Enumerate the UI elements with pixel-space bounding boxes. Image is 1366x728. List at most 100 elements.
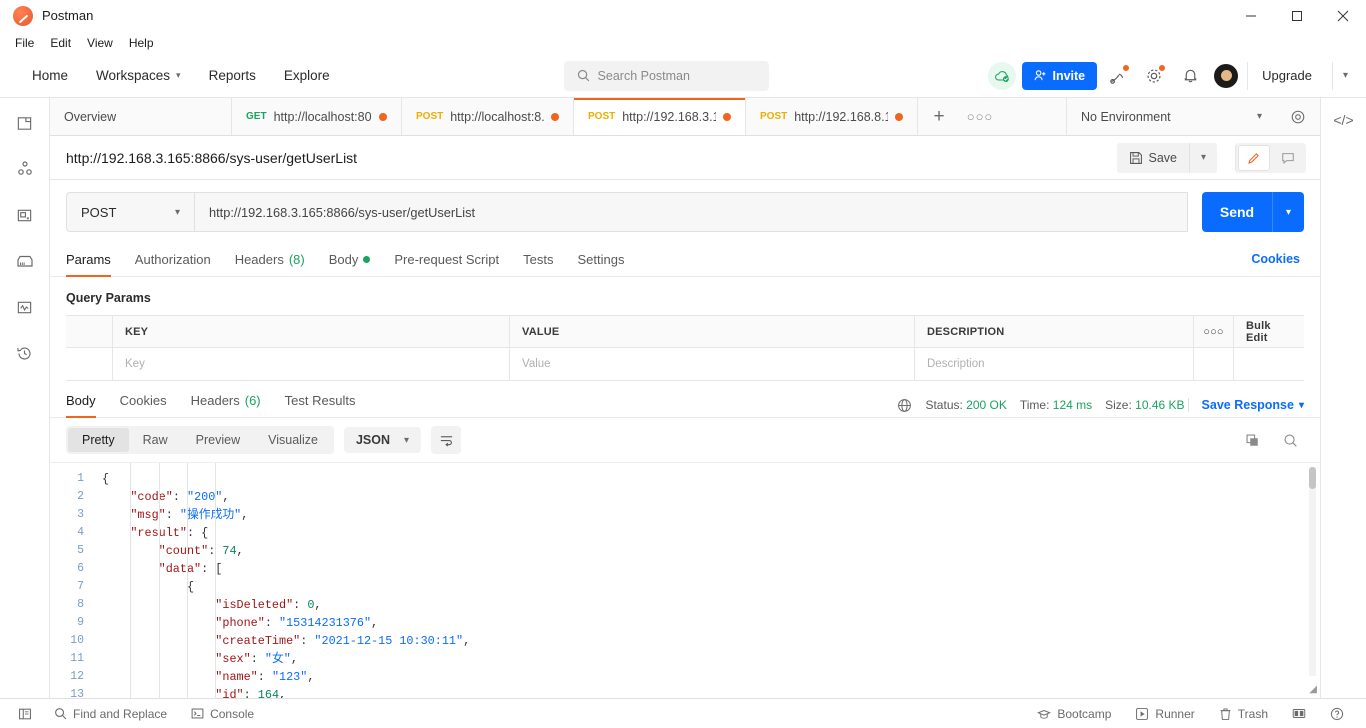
bulk-edit-button[interactable]: Bulk Edit — [1234, 316, 1304, 347]
mock-servers-icon[interactable] — [10, 246, 40, 276]
line-number: 12 — [70, 670, 84, 683]
tab-overview[interactable]: Overview — [50, 98, 232, 135]
history-icon[interactable] — [10, 338, 40, 368]
cookies-link[interactable]: Cookies — [1251, 252, 1304, 266]
bootcamp-button[interactable]: Bootcamp — [1025, 707, 1123, 721]
tab-pre-request-script[interactable]: Pre-request Script — [382, 242, 511, 276]
params-more-button[interactable]: ○○○ — [1194, 316, 1234, 347]
tabs-more-button[interactable]: ○○○ — [960, 98, 1000, 135]
key-input[interactable]: Key — [113, 348, 510, 380]
comment-mode-icon[interactable] — [1272, 145, 1304, 171]
close-icon[interactable] — [1320, 0, 1366, 32]
url-bar: POST ▾ http://192.168.3.165:8866/sys-use… — [50, 180, 1320, 242]
bell-icon[interactable] — [1175, 61, 1205, 91]
apis-icon[interactable] — [10, 154, 40, 184]
collections-icon[interactable] — [10, 108, 40, 138]
cloud-sync-icon[interactable] — [988, 61, 1017, 90]
menu-item-edit[interactable]: Edit — [42, 34, 79, 52]
view-mode-visualize[interactable]: Visualize — [254, 428, 332, 452]
avatar[interactable] — [1211, 61, 1241, 91]
upgrade-button[interactable]: Upgrade — [1247, 61, 1326, 90]
tab-tests[interactable]: Tests — [511, 242, 565, 276]
search-icon[interactable] — [1276, 426, 1304, 454]
vertical-scrollbar[interactable] — [1309, 467, 1316, 489]
save-response-button[interactable]: Save Response ▾ — [1187, 398, 1304, 412]
gear-icon[interactable] — [1139, 61, 1169, 91]
send-button[interactable]: Send — [1202, 192, 1272, 232]
environment-selector[interactable]: No Environment ▾ — [1066, 98, 1276, 135]
search-input[interactable]: Search Postman — [563, 60, 769, 91]
response-body-viewer[interactable]: 1 2 3 4 5 6 7 8 9 10 11 12 13 { "code": "200", "msg"… — [50, 462, 1320, 698]
find-and-replace-button[interactable]: Find and Replace — [42, 707, 179, 721]
sidebar-toggle-icon[interactable] — [10, 707, 42, 721]
response-tab-body[interactable]: Body — [66, 393, 108, 418]
line-number: 8 — [77, 598, 84, 611]
chevron-down-icon: ▾ — [1298, 399, 1304, 411]
copy-icon[interactable] — [1238, 426, 1266, 454]
save-options-chevron-icon[interactable]: ▾ — [1189, 142, 1217, 173]
http-method-select[interactable]: POST ▾ — [66, 192, 194, 232]
console-icon — [191, 707, 204, 720]
response-headers-count: (6) — [244, 393, 261, 408]
menu-item-help[interactable]: Help — [121, 34, 162, 52]
monitors-icon[interactable] — [10, 292, 40, 322]
line-number: 9 — [77, 616, 84, 629]
value-input[interactable]: Value — [510, 348, 915, 380]
view-mode-preview[interactable]: Preview — [182, 428, 254, 452]
row-checkbox-cell[interactable] — [66, 348, 113, 380]
save-label: Save — [1148, 150, 1178, 165]
resize-handle-icon[interactable]: ◢ — [1309, 684, 1317, 695]
tab-request-1[interactable]: GET http://localhost:80... — [232, 98, 402, 135]
column-header-value: VALUE — [510, 316, 915, 347]
response-tab-test-results[interactable]: Test Results — [273, 393, 368, 417]
tab-body[interactable]: Body — [317, 242, 383, 276]
nav-item-workspaces[interactable]: Workspaces ▾ — [82, 62, 195, 89]
tab-request-2[interactable]: POST http://localhost:8... — [402, 98, 574, 135]
response-tab-cookies[interactable]: Cookies — [108, 393, 179, 417]
upgrade-chevron-down-icon[interactable]: ▾ — [1332, 61, 1358, 90]
trash-icon — [1219, 707, 1232, 721]
json-content[interactable]: { "code": "200", "msg": "操作成功", "result"… — [92, 463, 1320, 698]
description-input[interactable]: Description — [915, 348, 1194, 380]
wrap-lines-icon[interactable] — [431, 426, 462, 454]
maximize-icon[interactable] — [1274, 0, 1320, 32]
nav-item-explore[interactable]: Explore — [270, 62, 344, 89]
line-number: 4 — [77, 526, 84, 539]
code-snippet-icon[interactable]: </> — [1320, 98, 1366, 698]
nav-item-label: Home — [32, 68, 69, 83]
response-tab-headers[interactable]: Headers (6) — [179, 393, 273, 417]
invite-button[interactable]: Invite — [1022, 61, 1098, 90]
edit-mode-pencil-icon[interactable] — [1238, 144, 1270, 171]
runner-button[interactable]: Runner — [1123, 707, 1206, 721]
unsaved-dot-icon — [379, 112, 387, 121]
tab-params[interactable]: Params — [66, 242, 123, 277]
url-input[interactable]: http://192.168.3.165:8866/sys-user/getUs… — [194, 192, 1188, 232]
json-line: "sex": "女", — [215, 652, 298, 666]
new-tab-button[interactable]: + — [918, 98, 960, 135]
tab-label: Params — [66, 252, 111, 267]
tab-request-3[interactable]: POST http://192.168.3.1... — [574, 98, 746, 135]
view-mode-raw[interactable]: Raw — [129, 428, 182, 452]
tab-headers[interactable]: Headers (8) — [223, 242, 317, 276]
menu-item-file[interactable]: File — [13, 34, 42, 52]
nav-item-reports[interactable]: Reports — [195, 62, 270, 89]
json-line: { — [102, 472, 110, 486]
tab-settings[interactable]: Settings — [565, 242, 636, 276]
send-options-chevron-icon[interactable]: ▾ — [1272, 192, 1304, 232]
console-button[interactable]: Console — [179, 707, 266, 721]
nav-item-home[interactable]: Home — [18, 62, 82, 89]
minimize-icon[interactable] — [1228, 0, 1274, 32]
menu-item-view[interactable]: View — [79, 34, 121, 52]
environments-icon[interactable] — [10, 200, 40, 230]
trash-button[interactable]: Trash — [1207, 707, 1280, 721]
save-button[interactable]: Save — [1116, 142, 1189, 173]
two-pane-icon[interactable] — [1280, 707, 1318, 720]
search-placeholder: Search Postman — [597, 68, 690, 83]
view-mode-pretty[interactable]: Pretty — [68, 428, 129, 452]
environment-quick-look-icon[interactable] — [1276, 98, 1320, 135]
response-format-select[interactable]: JSON ▾ — [343, 427, 422, 453]
satellite-icon[interactable] — [1103, 61, 1133, 91]
help-icon[interactable] — [1318, 707, 1356, 721]
tab-authorization[interactable]: Authorization — [123, 242, 223, 276]
tab-request-4[interactable]: POST http://192.168.8.1... — [746, 98, 918, 135]
